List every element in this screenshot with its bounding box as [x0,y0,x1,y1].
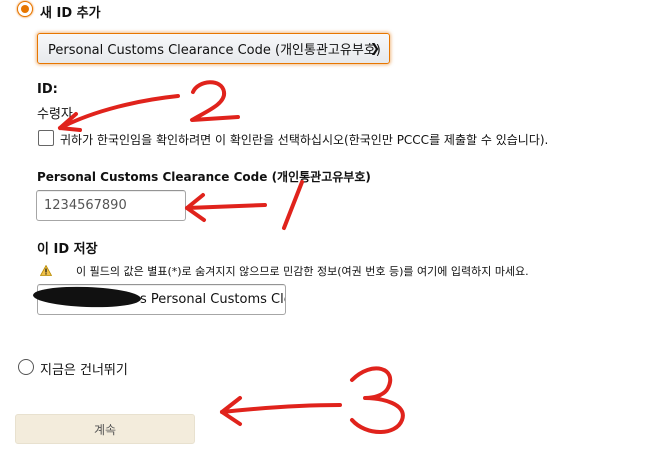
id-form-page: 새 ID 추가 Personal Customs Clearance Code … [0,0,657,466]
new-id-radio[interactable] [17,1,33,17]
skip-label: 지금은 건너뛰기 [40,363,128,378]
annotation-arrow-3 [220,403,342,414]
pccc-input[interactable]: 1234567890 [36,190,186,221]
annotation-number-1 [282,180,304,230]
annotation-arrowhead-3 [220,396,242,426]
annotation-arrow-2 [58,94,180,130]
red-annotations [58,80,405,434]
warning-icon [40,265,52,276]
continue-button[interactable]: 계속 [15,414,195,444]
annotation-number-2 [190,80,240,122]
id-type-select-value: Personal Customs Clearance Code (개인통관고유부… [48,43,381,58]
annotation-arrow-1 [185,203,267,210]
continue-button-label: 계속 [93,422,117,437]
chevron-down-icon: ❯ [369,41,380,55]
annotation-arrowhead-1 [185,193,206,222]
recipient-label: 수령자 [37,107,73,122]
id-type-select[interactable]: Personal Customs Clearance Code (개인통관고유부… [37,33,390,64]
korean-confirm-label: 귀하가 한국인임을 확인하려면 이 확인란을 선택하십시오(한국인만 PCCC를… [60,133,549,147]
annotation-number-3 [350,366,405,434]
id-heading: ID: [37,82,58,97]
pccc-input-value: 1234567890 [44,198,127,213]
save-id-heading: 이 ID 저장 [37,242,98,257]
pccc-field-label: Personal Customs Clearance Code (개인통관고유부… [37,170,371,184]
new-id-label: 새 ID 추가 [40,6,101,21]
save-id-warning: 이 필드의 값은 별표(*)로 숨겨지지 않으므로 민감한 정보(여권 번호 등… [76,265,529,278]
korean-confirm-checkbox[interactable] [38,130,54,146]
skip-radio[interactable] [18,359,34,375]
